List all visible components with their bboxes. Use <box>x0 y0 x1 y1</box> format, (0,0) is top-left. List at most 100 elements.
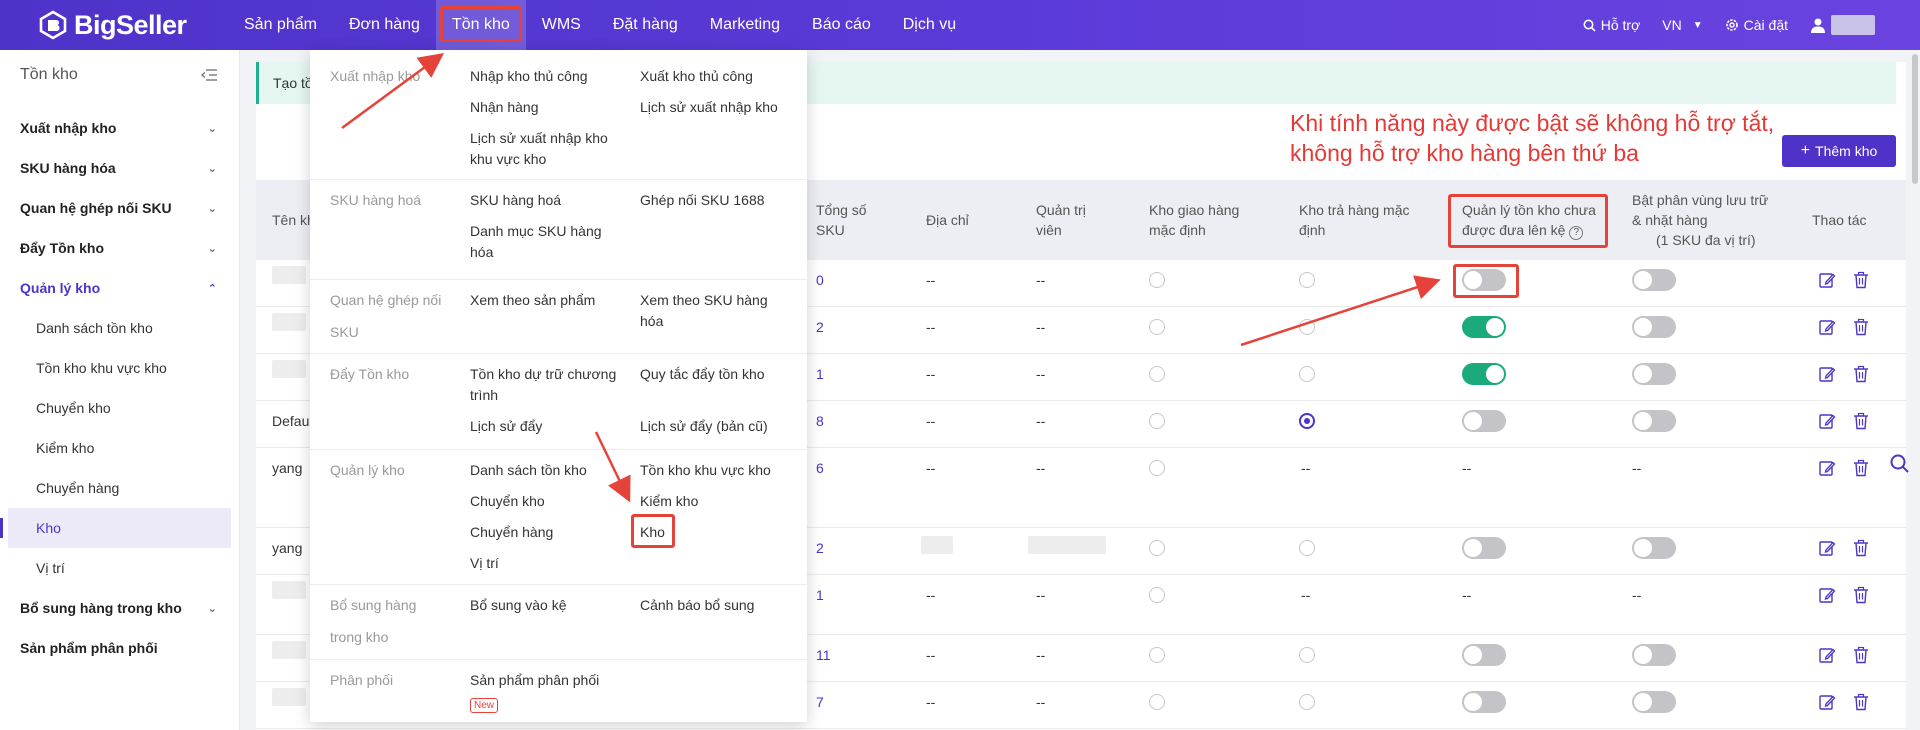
zone-picking-toggle[interactable] <box>1632 410 1676 432</box>
edit-icon[interactable] <box>1818 539 1836 557</box>
dd-link-replenish-alert[interactable]: Cảnh báo bổ sung <box>640 595 754 616</box>
collapse-menu-icon[interactable] <box>201 68 217 82</box>
delete-icon[interactable] <box>1852 586 1870 604</box>
default-ship-radio[interactable] <box>1149 272 1165 288</box>
delete-icon[interactable] <box>1852 539 1870 557</box>
zone-picking-toggle[interactable] <box>1632 644 1676 666</box>
unshelved-stock-toggle[interactable] <box>1462 691 1506 713</box>
total-sku-link[interactable]: 2 <box>816 319 824 335</box>
default-ship-radio[interactable] <box>1149 413 1165 429</box>
zone-picking-toggle[interactable] <box>1632 269 1676 291</box>
nav-reports[interactable]: Báo cáo <box>796 0 887 50</box>
zone-picking-toggle[interactable] <box>1632 316 1676 338</box>
total-sku-link[interactable]: 6 <box>816 460 824 476</box>
dd-link-stocktake[interactable]: Kiểm kho <box>640 491 698 512</box>
user-menu[interactable] <box>1810 15 1875 35</box>
default-ship-radio[interactable] <box>1149 460 1165 476</box>
edit-icon[interactable] <box>1818 586 1836 604</box>
dd-link-reserved-stock[interactable]: Tồn kho dự trữ chương trình <box>470 364 620 406</box>
total-sku-link[interactable]: 8 <box>816 413 824 429</box>
nav-inventory[interactable]: Tồn kho <box>435 0 526 50</box>
zone-picking-toggle[interactable] <box>1632 363 1676 385</box>
sidebar-group-sku-mapping[interactable]: Quan hệ ghép nối SKU ⌄ <box>0 188 239 228</box>
total-sku-link[interactable]: 1 <box>816 366 824 382</box>
total-sku-link[interactable]: 0 <box>816 272 824 288</box>
nav-services[interactable]: Dịch vụ <box>887 0 972 50</box>
dd-link-inventory-list[interactable]: Danh sách tồn kho <box>470 460 587 481</box>
dd-link-io-history[interactable]: Lịch sử xuất nhập kho <box>640 97 778 118</box>
sidebar-item-shipment[interactable]: Chuyển hàng <box>0 468 239 508</box>
default-return-radio[interactable] <box>1299 366 1315 382</box>
dd-link-sku-catalog[interactable]: Danh mục SKU hàng hóa <box>470 221 610 263</box>
delete-icon[interactable] <box>1852 318 1870 336</box>
unshelved-stock-toggle[interactable] <box>1462 363 1506 385</box>
dd-link-push-rules[interactable]: Quy tắc đẩy tồn kho <box>640 364 765 385</box>
sidebar-group-push-stock[interactable]: Đẩy Tồn kho ⌄ <box>0 228 239 268</box>
sidebar-group-warehouse-mgmt[interactable]: Quản lý kho ⌃ <box>0 268 239 308</box>
dd-link-zone-inventory[interactable]: Tồn kho khu vực kho <box>640 460 771 481</box>
edit-icon[interactable] <box>1818 318 1836 336</box>
total-sku-link[interactable]: 7 <box>816 694 824 710</box>
edit-icon[interactable] <box>1818 365 1836 383</box>
unshelved-stock-toggle[interactable] <box>1462 316 1506 338</box>
total-sku-link[interactable]: 2 <box>816 540 824 556</box>
dd-link-location[interactable]: Vị trí <box>470 553 499 574</box>
edit-icon[interactable] <box>1818 271 1836 289</box>
language-select[interactable]: VN ▼ <box>1662 17 1702 33</box>
dd-link-1688-mapping[interactable]: Ghép nối SKU 1688 <box>640 190 765 211</box>
default-return-radio[interactable] <box>1299 413 1315 429</box>
delete-icon[interactable] <box>1852 646 1870 664</box>
dd-link-replenish-shelf[interactable]: Bổ sung vào kệ <box>470 595 567 616</box>
default-return-radio[interactable] <box>1299 540 1315 556</box>
total-sku-link[interactable]: 11 <box>816 647 831 663</box>
dd-link-manual-import[interactable]: Nhập kho thủ công <box>470 66 588 87</box>
delete-icon[interactable] <box>1852 412 1870 430</box>
sidebar-item-stocktake[interactable]: Kiểm kho <box>0 428 239 468</box>
dd-link-distribution-products[interactable]: Sản phẩm phân phối <box>470 670 599 691</box>
nav-products[interactable]: Sản phẩm <box>228 0 333 50</box>
edit-icon[interactable] <box>1818 693 1836 711</box>
dd-link-manual-export[interactable]: Xuất kho thủ công <box>640 66 753 87</box>
dd-link-by-sku[interactable]: Xem theo SKU hàng hóa <box>640 290 780 332</box>
add-warehouse-button[interactable]: + Thêm kho <box>1782 135 1896 167</box>
sidebar-item-distribution[interactable]: Sản phẩm phân phối <box>0 628 239 668</box>
nav-purchase[interactable]: Đặt hàng <box>597 0 694 50</box>
dd-link-transfer[interactable]: Chuyển kho <box>470 491 545 512</box>
default-ship-radio[interactable] <box>1149 647 1165 663</box>
delete-icon[interactable] <box>1852 271 1870 289</box>
sidebar-group-replenish[interactable]: Bổ sung hàng trong kho ⌄ <box>0 588 239 628</box>
delete-icon[interactable] <box>1852 693 1870 711</box>
settings-link[interactable]: Cài đặt <box>1725 17 1788 33</box>
dd-link-push-history[interactable]: Lịch sử đẩy <box>470 416 542 437</box>
edit-icon[interactable] <box>1818 459 1836 477</box>
nav-marketing[interactable]: Marketing <box>694 0 796 50</box>
default-return-radio[interactable] <box>1299 647 1315 663</box>
zone-picking-toggle[interactable] <box>1632 691 1676 713</box>
dd-link-push-history-old[interactable]: Lịch sử đẩy (bản cũ) <box>640 416 768 437</box>
sidebar-item-warehouse[interactable]: Kho <box>0 508 231 548</box>
sidebar-item-inventory-list[interactable]: Danh sách tồn kho <box>0 308 239 348</box>
sidebar-group-sku[interactable]: SKU hàng hóa ⌄ <box>0 148 239 188</box>
page-scrollbar[interactable] <box>1912 54 1918 184</box>
dd-link-sku[interactable]: SKU hàng hoá <box>470 190 561 211</box>
edit-icon[interactable] <box>1818 412 1836 430</box>
default-ship-radio[interactable] <box>1149 540 1165 556</box>
unshelved-stock-toggle[interactable] <box>1462 537 1506 559</box>
default-ship-radio[interactable] <box>1149 319 1165 335</box>
default-ship-radio[interactable] <box>1149 587 1165 603</box>
sidebar-item-zone-inventory[interactable]: Tồn kho khu vực kho <box>0 348 239 388</box>
default-return-radio[interactable] <box>1299 319 1315 335</box>
unshelved-stock-toggle[interactable] <box>1462 644 1506 666</box>
support-link[interactable]: Hỗ trợ <box>1583 17 1640 33</box>
delete-icon[interactable] <box>1852 459 1870 477</box>
nav-orders[interactable]: Đơn hàng <box>333 0 436 50</box>
delete-icon[interactable] <box>1852 365 1870 383</box>
sidebar-item-transfer[interactable]: Chuyển kho <box>0 388 239 428</box>
default-return-radio[interactable] <box>1299 272 1315 288</box>
nav-wms[interactable]: WMS <box>526 0 597 50</box>
edit-icon[interactable] <box>1818 646 1836 664</box>
brand-logo[interactable]: BigSeller <box>38 10 228 41</box>
default-return-radio[interactable] <box>1299 694 1315 710</box>
default-ship-radio[interactable] <box>1149 366 1165 382</box>
dd-link-receive[interactable]: Nhận hàng <box>470 97 539 118</box>
